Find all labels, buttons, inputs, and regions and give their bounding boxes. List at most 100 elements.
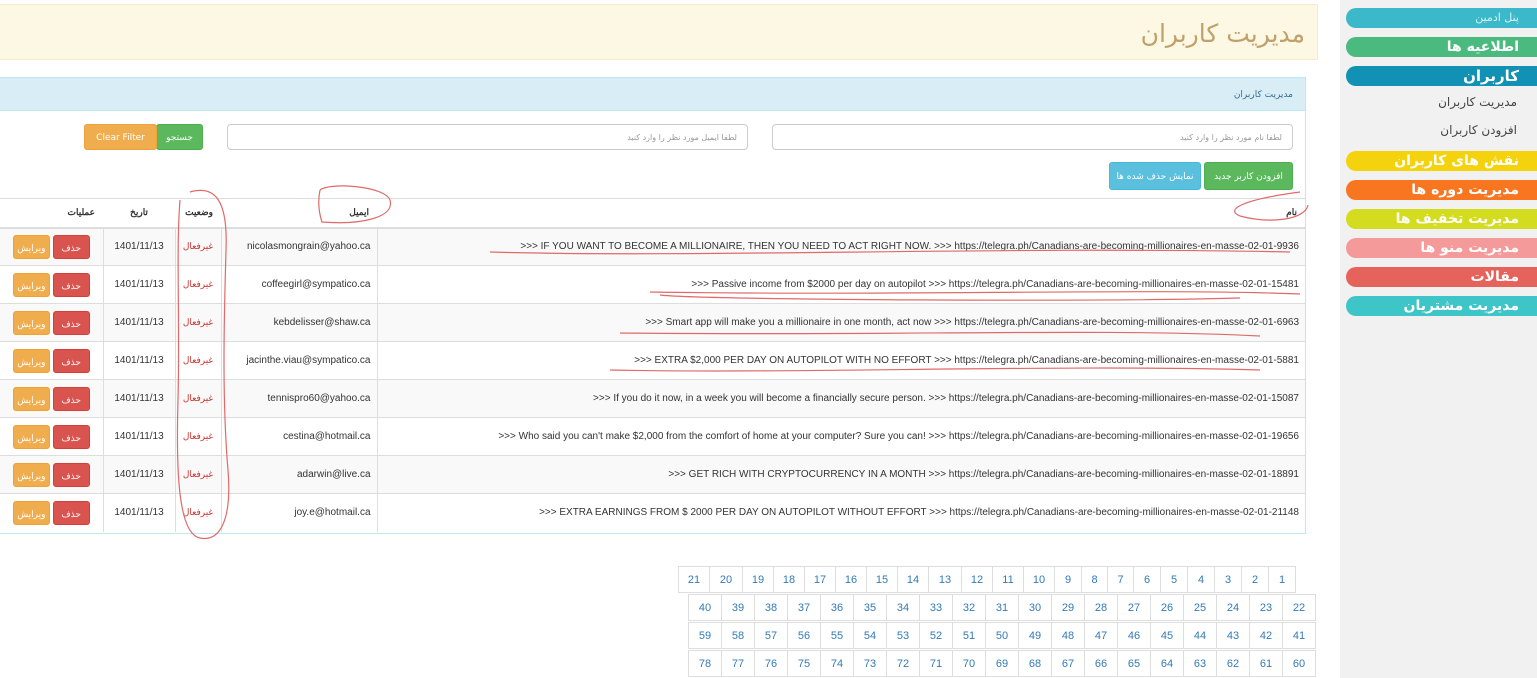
- page-link[interactable]: 37: [787, 594, 821, 621]
- page-link[interactable]: 65: [1117, 650, 1151, 677]
- page-link[interactable]: 30: [1018, 594, 1052, 621]
- sidebar-item-customers[interactable]: مدیریت مشتریان: [1346, 296, 1537, 316]
- page-link[interactable]: 60: [1282, 650, 1316, 677]
- sidebar-item-articles[interactable]: مقالات: [1346, 267, 1537, 287]
- page-link[interactable]: 19: [742, 566, 774, 593]
- name-search-input[interactable]: لطفا نام مورد نظر را وارد کنید: [772, 124, 1293, 150]
- page-link[interactable]: 52: [919, 622, 953, 649]
- sidebar-item-admin-panel[interactable]: پنل ادمین: [1346, 8, 1537, 28]
- email-search-input[interactable]: لطفا ایمیل مورد نظر را وارد کنید: [227, 124, 748, 150]
- edit-button[interactable]: ویرایش: [12, 272, 50, 297]
- page-link[interactable]: 66: [1084, 650, 1118, 677]
- page-link[interactable]: 41: [1282, 622, 1316, 649]
- page-link[interactable]: 49: [1018, 622, 1052, 649]
- page-link[interactable]: 5: [1160, 566, 1188, 593]
- delete-button[interactable]: حذف: [52, 272, 90, 297]
- page-link[interactable]: 63: [1183, 650, 1217, 677]
- page-link[interactable]: 73: [853, 650, 887, 677]
- page-link[interactable]: 20: [709, 566, 743, 593]
- page-link[interactable]: 28: [1084, 594, 1118, 621]
- page-link[interactable]: 46: [1117, 622, 1151, 649]
- sidebar-subitem-manage-users[interactable]: مدیریت کاربران: [1438, 95, 1517, 109]
- page-link[interactable]: 34: [886, 594, 920, 621]
- sidebar-item-users[interactable]: کاربران: [1346, 66, 1537, 86]
- page-link[interactable]: 9: [1054, 566, 1082, 593]
- page-link[interactable]: 36: [820, 594, 854, 621]
- page-link[interactable]: 1: [1268, 566, 1296, 593]
- page-link[interactable]: 42: [1249, 622, 1283, 649]
- page-link[interactable]: 62: [1216, 650, 1250, 677]
- page-link[interactable]: 17: [804, 566, 836, 593]
- page-link[interactable]: 55: [820, 622, 854, 649]
- page-link[interactable]: 26: [1150, 594, 1184, 621]
- page-link[interactable]: 7: [1107, 566, 1134, 593]
- page-link[interactable]: 35: [853, 594, 887, 621]
- page-link[interactable]: 51: [952, 622, 986, 649]
- page-link[interactable]: 10: [1023, 566, 1055, 593]
- sidebar-subitem-add-users[interactable]: افزودن کاربران: [1440, 123, 1517, 137]
- page-link[interactable]: 15: [866, 566, 898, 593]
- sidebar-item-announcements[interactable]: اطلاعیه ها: [1346, 37, 1537, 57]
- page-link[interactable]: 59: [688, 622, 722, 649]
- sidebar-item-discounts[interactable]: مدیریت تخفیف ها: [1346, 209, 1537, 229]
- page-link[interactable]: 3: [1214, 566, 1242, 593]
- add-user-button[interactable]: افزودن کاربر جدید: [1204, 162, 1293, 190]
- page-link[interactable]: 40: [688, 594, 722, 621]
- page-link[interactable]: 68: [1018, 650, 1052, 677]
- page-link[interactable]: 50: [985, 622, 1019, 649]
- page-link[interactable]: 45: [1150, 622, 1184, 649]
- delete-button[interactable]: حذف: [52, 386, 90, 411]
- edit-button[interactable]: ویرایش: [12, 310, 50, 335]
- page-link[interactable]: 31: [985, 594, 1019, 621]
- edit-button[interactable]: ویرایش: [12, 234, 50, 259]
- delete-button[interactable]: حذف: [52, 348, 90, 373]
- page-link[interactable]: 21: [678, 566, 710, 593]
- delete-button[interactable]: حذف: [52, 424, 90, 449]
- clear-filter-button[interactable]: Clear Filter: [84, 124, 157, 150]
- edit-button[interactable]: ویرایش: [12, 500, 50, 525]
- page-link[interactable]: 23: [1249, 594, 1283, 621]
- page-link[interactable]: 43: [1216, 622, 1250, 649]
- page-link[interactable]: 78: [688, 650, 722, 677]
- delete-button[interactable]: حذف: [52, 310, 90, 335]
- page-link[interactable]: 14: [897, 566, 929, 593]
- page-link[interactable]: 64: [1150, 650, 1184, 677]
- delete-button[interactable]: حذف: [52, 462, 90, 487]
- page-link[interactable]: 54: [853, 622, 887, 649]
- edit-button[interactable]: ویرایش: [12, 348, 50, 373]
- sidebar-item-courses[interactable]: مدیریت دوره ها: [1346, 180, 1537, 200]
- delete-button[interactable]: حذف: [52, 234, 90, 259]
- edit-button[interactable]: ویرایش: [12, 424, 50, 449]
- page-link[interactable]: 12: [961, 566, 993, 593]
- page-link[interactable]: 8: [1081, 566, 1108, 593]
- page-link[interactable]: 24: [1216, 594, 1250, 621]
- page-link[interactable]: 44: [1183, 622, 1217, 649]
- search-button[interactable]: جستجو: [156, 124, 203, 150]
- page-link[interactable]: 18: [773, 566, 805, 593]
- page-link[interactable]: 77: [721, 650, 755, 677]
- page-link[interactable]: 32: [952, 594, 986, 621]
- page-link[interactable]: 61: [1249, 650, 1283, 677]
- page-link[interactable]: 74: [820, 650, 854, 677]
- page-link[interactable]: 76: [754, 650, 788, 677]
- page-link[interactable]: 16: [835, 566, 867, 593]
- page-link[interactable]: 70: [952, 650, 986, 677]
- page-link[interactable]: 69: [985, 650, 1019, 677]
- edit-button[interactable]: ویرایش: [12, 462, 50, 487]
- page-link[interactable]: 38: [754, 594, 788, 621]
- page-link[interactable]: 71: [919, 650, 953, 677]
- page-link[interactable]: 22: [1282, 594, 1316, 621]
- page-link[interactable]: 53: [886, 622, 920, 649]
- page-link[interactable]: 57: [754, 622, 788, 649]
- page-link[interactable]: 67: [1051, 650, 1085, 677]
- show-deleted-button[interactable]: نمایش حذف شده ها: [1109, 162, 1201, 190]
- page-link[interactable]: 75: [787, 650, 821, 677]
- page-link[interactable]: 72: [886, 650, 920, 677]
- page-link[interactable]: 4: [1187, 566, 1215, 593]
- page-link[interactable]: 56: [787, 622, 821, 649]
- page-link[interactable]: 48: [1051, 622, 1085, 649]
- page-link[interactable]: 39: [721, 594, 755, 621]
- page-link[interactable]: 2: [1241, 566, 1269, 593]
- page-link[interactable]: 25: [1183, 594, 1217, 621]
- page-link[interactable]: 29: [1051, 594, 1085, 621]
